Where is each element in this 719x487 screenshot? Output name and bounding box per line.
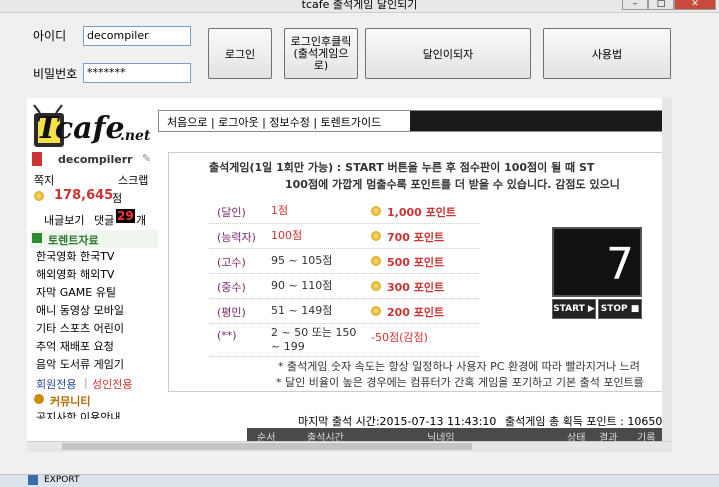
id-input[interactable]: decompiler <box>83 26 191 46</box>
taskbar-item[interactable]: EXPORT <box>44 475 79 485</box>
title-bar: tcafe 출석게임 달인되기 – □ ✕ <box>0 0 719 13</box>
minimize-button[interactable]: – <box>622 0 648 10</box>
coin-icon <box>371 256 381 266</box>
reward-points: 200 포인트 <box>387 306 445 319</box>
maximize-button[interactable]: □ <box>648 0 674 10</box>
user-level-icon <box>32 152 42 166</box>
score-range: 90 ~ 110점 <box>271 279 333 292</box>
torrent-category-list: 한국영화 한국TV 해외영화 해외TV 자막 GAME 유틸 애니 동영상 모바일 기타… <box>30 248 158 374</box>
scroll-thumb[interactable] <box>62 443 472 450</box>
login-button[interactable]: 로그인 <box>208 28 272 79</box>
score-range: 51 ~ 149점 <box>271 304 333 317</box>
torrent-category-row[interactable]: 해외영화 해외TV <box>30 266 158 284</box>
torrent-category-row[interactable]: 추억 재배포 요청 <box>30 338 158 356</box>
game-note-1: * 출석게임 숫자 속도는 항상 일정하나 사용자 PC 환경에 따라 빨라지거… <box>278 360 640 373</box>
torrent-icon <box>32 233 42 243</box>
grade-label: (고수) <box>217 256 246 269</box>
close-button[interactable]: ✕ <box>674 0 716 10</box>
horizontal-scrollbar[interactable] <box>27 441 672 452</box>
my-posts-link[interactable]: 내글보기 <box>44 212 84 228</box>
game-note-2: * 달인 비율이 높은 경우에는 컴퓨터가 간혹 게임을 포기하고 기본 출석 … <box>276 376 644 389</box>
password-label: 비밀번호 <box>33 67 78 81</box>
score-range: 2 ~ 50 또는 150 ~ 199 <box>271 326 357 353</box>
tcafe-logo: Tcafe .net <box>32 103 150 151</box>
torrent-category-row[interactable]: 애니 동영상 모바일 <box>30 302 158 320</box>
menu-banner <box>410 111 668 131</box>
password-input[interactable]: ******* <box>83 63 191 83</box>
community-links[interactable]: 공지사항 이용안내 <box>36 409 120 419</box>
total-game-points: 출석게임 총 획득 포인트 : 10650 <box>505 415 663 428</box>
torrent-category-row[interactable]: 자막 GAME 유틸 <box>30 284 158 302</box>
reward-points: 500 포인트 <box>387 256 445 269</box>
usage-button[interactable]: 사용법 <box>543 28 671 79</box>
coin-icon <box>371 306 381 316</box>
start-button[interactable]: START ▶ <box>552 299 596 319</box>
community-icon <box>34 394 44 404</box>
score-range: 1점 <box>271 204 289 217</box>
grade-label: (중수) <box>217 281 246 294</box>
reward-row: (달인) 1점 1,000 포인트 <box>209 199 479 224</box>
logo-text: Tcafe <box>36 111 125 146</box>
torrent-header: 토렌트자료 <box>48 234 99 247</box>
last-attendance-time: 마지막 출석 시간:2015-07-13 11:43:10 <box>298 415 497 428</box>
id-label: 아이디 <box>33 29 67 43</box>
comments-count: 29 <box>116 209 135 223</box>
score-range: 95 ~ 105점 <box>271 254 333 267</box>
reward-row: (평민) 51 ~ 149점 200 포인트 <box>209 299 479 324</box>
torrent-category-row[interactable]: 한국영화 한국TV <box>30 248 158 266</box>
window-title: tcafe 출석게임 달인되기 <box>301 0 418 11</box>
torrent-category-row[interactable]: 기타 스포츠 어린이 <box>30 320 158 338</box>
reward-points: 300 포인트 <box>387 281 445 294</box>
comments-label[interactable]: 댓글 <box>94 212 114 228</box>
coin-icon <box>371 281 381 291</box>
reward-row: (중수) 90 ~ 110점 300 포인트 <box>209 274 479 299</box>
score-range: 100점 <box>271 229 303 242</box>
community-header: 커뮤니티 <box>50 395 91 408</box>
score-value: 7 <box>606 239 634 290</box>
reward-points: -50점(감점) <box>371 331 428 344</box>
site-menu: 처음으로 | 로그아웃 | 정보수정 | 토렌트가이드 <box>158 110 668 132</box>
comments-unit: 개 <box>136 214 147 227</box>
coin-icon <box>371 206 381 216</box>
username: decompilerr <box>58 153 133 166</box>
grade-label: (능력자) <box>217 231 256 244</box>
attendance-table-header: 순서 출석시간 닉네임 상태 결과 기록 <box>247 428 665 444</box>
reward-row: (**) 2 ~ 50 또는 150 ~ 199 -50점(감점) <box>209 324 479 357</box>
site-menu-links[interactable]: 처음으로 | 로그아웃 | 정보수정 | 토렌트가이드 <box>167 114 381 130</box>
coin-icon <box>34 191 44 201</box>
grade-label: (달인) <box>217 206 246 219</box>
taskbar: EXPORT <box>0 474 719 487</box>
reward-points: 700 포인트 <box>387 231 445 244</box>
score-board: 7 <box>552 227 642 297</box>
game-intro-line1: 출석게임(1일 1회만 가능) : START 버튼을 누른 후 점수판이 10… <box>209 161 595 174</box>
grade-label: (평민) <box>217 306 246 319</box>
login-then-game-button[interactable]: 로그인후클릭 (출석게임으로) <box>284 28 358 79</box>
reward-table: (달인) 1점 1,000 포인트 (능력자) 100점 700 포인트 (고수) 95 ~ … <box>209 199 479 357</box>
game-intro-line2: 100점에 가깝게 멈출수록 포인트를 더 받을 수 있습니다. 감점도 있으니 <box>285 178 620 191</box>
edit-icon[interactable]: ✎ <box>142 152 151 165</box>
reward-row: (고수) 95 ~ 105점 500 포인트 <box>209 249 479 274</box>
become-master-button[interactable]: 달인이되자 <box>365 28 531 79</box>
grade-label: (**) <box>217 329 237 342</box>
vertical-scrollbar[interactable] <box>662 98 672 441</box>
stop-button[interactable]: STOP ■ <box>598 299 642 319</box>
logo-suffix: .net <box>120 128 151 144</box>
points-value: 178,645 <box>54 188 114 203</box>
reward-points: 1,000 포인트 <box>387 206 456 219</box>
coin-icon <box>371 231 381 241</box>
adult-only-link[interactable]: 성인전용 <box>92 376 132 392</box>
torrent-category-row[interactable]: 음악 도서류 게임기 <box>30 356 158 374</box>
export-icon <box>28 475 38 485</box>
sidebar: decompilerr ✎ 쪽지 스크랩 178,645 점 내글보기 댓글 2… <box>30 150 158 419</box>
members-only-link[interactable]: 회원전용 <box>36 376 76 392</box>
points-unit: 점 <box>112 192 123 205</box>
reward-row: (능력자) 100점 700 포인트 <box>209 224 479 249</box>
